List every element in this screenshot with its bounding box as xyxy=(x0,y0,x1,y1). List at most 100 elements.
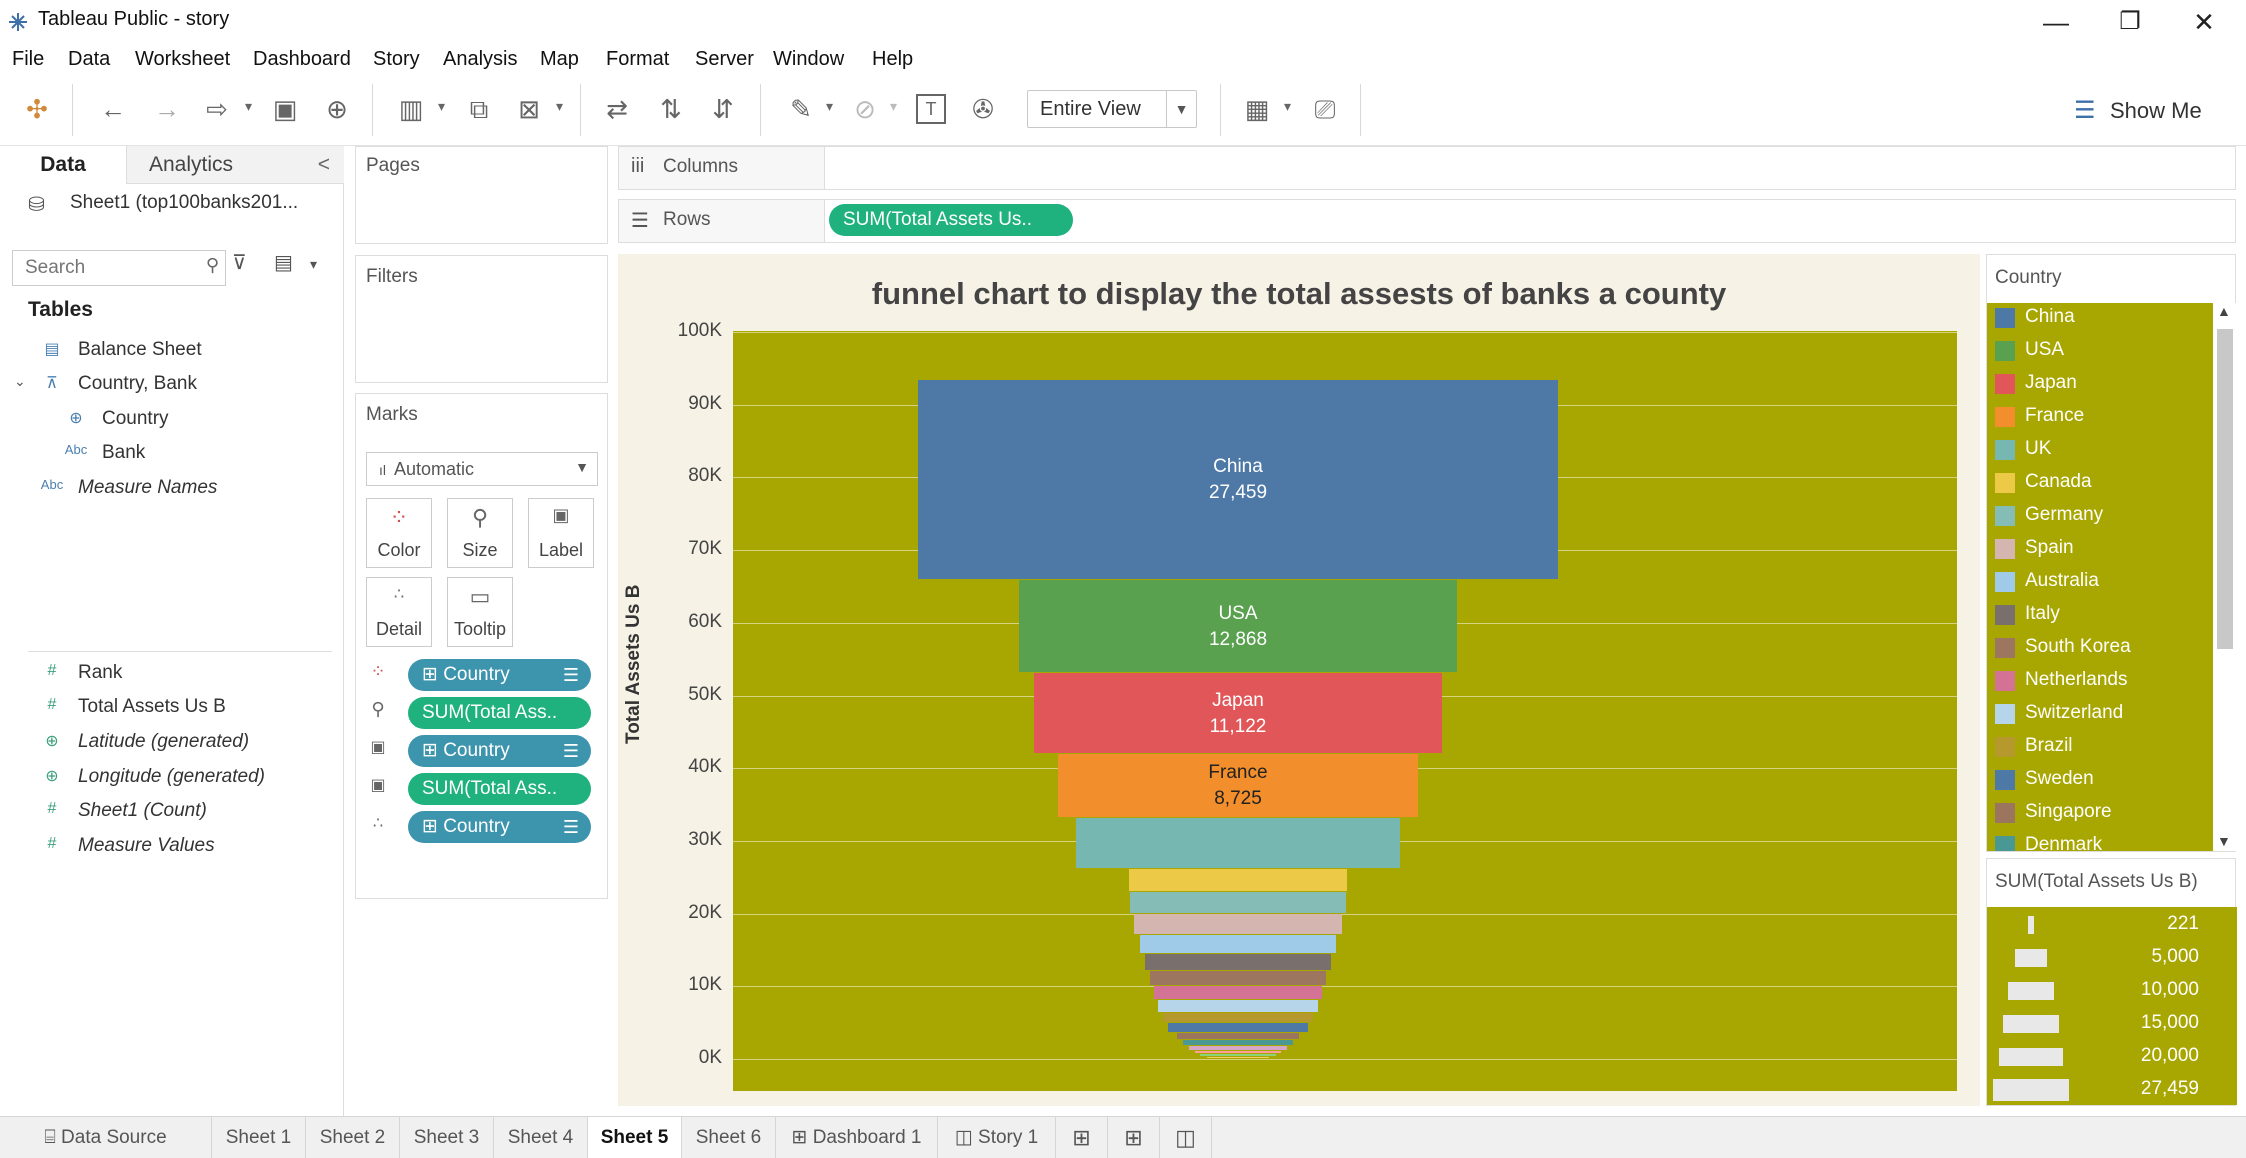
tab-data[interactable]: Data xyxy=(0,146,126,184)
view-mode-select[interactable]: Entire View ▼ xyxy=(1027,90,1197,128)
tab-sheet-1[interactable]: Sheet 1 xyxy=(212,1117,306,1158)
tab-sheet-6[interactable]: Sheet 6 xyxy=(682,1117,776,1158)
replay-dropdown-icon[interactable]: ▾ xyxy=(245,98,252,115)
marks-pill-detail-country[interactable]: ⊞ Country ☰ xyxy=(408,811,591,843)
save-icon[interactable]: ▣ xyxy=(268,92,302,126)
tableau-home-icon[interactable]: ✣ xyxy=(20,92,54,126)
menu-help[interactable]: Help xyxy=(872,48,913,71)
funnel-bar-switzerland[interactable] xyxy=(1158,1000,1318,1012)
field-measure-values[interactable]: # Measure Values xyxy=(48,835,215,857)
scroll-thumb[interactable] xyxy=(2217,329,2233,649)
new-worksheet-dropdown-icon[interactable]: ▾ xyxy=(438,98,445,115)
tab-sheet-5[interactable]: Sheet 5 xyxy=(588,1117,682,1158)
swap-rows-columns-icon[interactable]: ⇄ xyxy=(600,92,634,126)
field-bank[interactable]: Abc Bank xyxy=(65,442,146,464)
menu-data[interactable]: Data xyxy=(68,48,110,71)
field-total-assets[interactable]: # Total Assets Us B xyxy=(48,696,226,718)
data-menu-dropdown-icon[interactable]: ▾ xyxy=(310,256,317,273)
legend-scrollbar[interactable]: ▲ ▼ xyxy=(2213,303,2237,851)
show-mark-labels-icon[interactable]: T xyxy=(916,94,946,124)
scroll-down-icon[interactable]: ▼ xyxy=(2217,833,2231,849)
tab-story-1[interactable]: ◫ Story 1 xyxy=(938,1117,1056,1158)
tab-sheet-2[interactable]: Sheet 2 xyxy=(306,1117,400,1158)
undo-icon[interactable]: ← xyxy=(96,92,130,126)
restore-button[interactable]: ❐ xyxy=(2100,2,2160,42)
sort-ascending-icon[interactable]: ⇅ xyxy=(654,92,688,126)
tab-dashboard-1[interactable]: ⊞ Dashboard 1 xyxy=(776,1117,938,1158)
new-worksheet-icon[interactable]: ▥ xyxy=(394,92,428,126)
new-worksheet-tab-icon[interactable]: ⊞ xyxy=(1056,1117,1108,1158)
funnel-bar-other-3[interactable] xyxy=(1200,1054,1276,1057)
minimize-button[interactable]: — xyxy=(2026,2,2086,42)
plot-area[interactable]: China 27,459 USA 12,868 Japan 11,122 France 8,7… xyxy=(733,331,1957,1091)
funnel-bar-netherlands[interactable] xyxy=(1153,986,1323,1000)
field-search[interactable]: ⚲ xyxy=(12,250,226,286)
show-cards-dropdown-icon[interactable]: ▾ xyxy=(1284,98,1291,115)
menu-story[interactable]: Story xyxy=(373,48,420,71)
funnel-bar-australia[interactable] xyxy=(1139,935,1337,954)
field-balance-sheet[interactable]: ▤ Balance Sheet xyxy=(44,339,201,361)
marks-pill-label-sum[interactable]: SUM(Total Ass.. xyxy=(408,773,591,805)
menu-map[interactable]: Map xyxy=(540,48,579,71)
duplicate-sheet-icon[interactable]: ⧉ xyxy=(462,92,496,126)
sort-descending-icon[interactable]: ⇵ xyxy=(706,92,740,126)
presentation-mode-icon[interactable]: ⎚ xyxy=(1308,92,1342,126)
field-measure-names[interactable]: Abc Measure Names xyxy=(41,477,218,499)
tooltip-button[interactable]: ▭ Tooltip xyxy=(447,577,513,647)
highlight-icon[interactable]: ✎ xyxy=(784,92,818,126)
replay-icon[interactable]: ⇨ xyxy=(200,92,234,126)
scroll-up-icon[interactable]: ▲ xyxy=(2217,303,2231,319)
menu-analysis[interactable]: Analysis xyxy=(443,48,517,71)
field-latitude[interactable]: ⊕ Latitude (generated) xyxy=(45,731,249,753)
menu-window[interactable]: Window xyxy=(773,48,844,71)
tab-sheet-4[interactable]: Sheet 4 xyxy=(494,1117,588,1158)
detail-button[interactable]: ∴ Detail xyxy=(366,577,432,647)
field-country[interactable]: ⊕ Country xyxy=(69,408,168,430)
funnel-bar-singapore[interactable] xyxy=(1176,1032,1300,1040)
menu-file[interactable]: File xyxy=(12,48,44,71)
funnel-bar-south-korea[interactable] xyxy=(1149,971,1327,986)
close-button[interactable]: ✕ xyxy=(2174,2,2234,42)
highlight-dropdown-icon[interactable]: ▾ xyxy=(826,98,833,115)
funnel-bar-other-2[interactable] xyxy=(1194,1050,1282,1054)
collapse-pane-icon[interactable]: < xyxy=(318,146,330,184)
menu-worksheet[interactable]: Worksheet xyxy=(135,48,230,71)
redo-icon[interactable]: → xyxy=(150,92,184,126)
pages-shelf[interactable]: Pages xyxy=(355,146,608,244)
field-rank[interactable]: # Rank xyxy=(48,662,123,684)
marks-pill-size-sum[interactable]: SUM(Total Ass.. xyxy=(408,697,591,729)
expand-chevron-icon[interactable]: ⌄ xyxy=(14,373,26,390)
menu-dashboard[interactable]: Dashboard xyxy=(253,48,351,71)
funnel-bar-brazil[interactable] xyxy=(1163,1012,1313,1023)
funnel-bar-other-4[interactable] xyxy=(1206,1057,1270,1059)
group-members-icon[interactable]: ⊘ xyxy=(848,92,882,126)
label-button[interactable]: ▣ Label xyxy=(528,498,594,568)
show-cards-icon[interactable]: ▦ xyxy=(1240,92,1274,126)
marks-pill-color-country[interactable]: ⊞ Country ☰ xyxy=(408,659,591,691)
fix-axes-icon[interactable]: ✇ xyxy=(966,92,1000,126)
funnel-bar-italy[interactable] xyxy=(1145,954,1331,971)
viz-area[interactable]: funnel chart to display the total assest… xyxy=(618,254,1980,1106)
funnel-bar-canada[interactable] xyxy=(1128,868,1348,891)
funnel-bar-spain[interactable] xyxy=(1134,914,1342,935)
field-longitude[interactable]: ⊕ Longitude (generated) xyxy=(45,766,265,788)
field-country-bank[interactable]: ⌄ ⊼ Country, Bank xyxy=(14,373,197,395)
tab-sheet-3[interactable]: Sheet 3 xyxy=(400,1117,494,1158)
tab-data-source[interactable]: ⌸ Data Source xyxy=(0,1117,212,1158)
funnel-bar-germany[interactable] xyxy=(1130,891,1346,914)
funnel-bar-other-1[interactable] xyxy=(1188,1045,1288,1050)
field-sheet1-count[interactable]: # Sheet1 (Count) xyxy=(48,800,207,822)
rows-pill-sum-total-assets[interactable]: SUM(Total Assets Us.. xyxy=(829,204,1073,236)
rows-shelf[interactable]: ☰ Rows SUM(Total Assets Us.. xyxy=(618,199,2236,243)
view-data-icon[interactable]: ▤ xyxy=(274,250,293,275)
mark-type-select[interactable]: ıl Automatic ▼ xyxy=(366,452,598,486)
tab-analytics[interactable]: Analytics < xyxy=(126,146,344,184)
size-button[interactable]: ⚲ Size xyxy=(447,498,513,568)
clear-sheet-dropdown-icon[interactable]: ▾ xyxy=(556,98,563,115)
filters-shelf[interactable]: Filters xyxy=(355,255,608,383)
menu-server[interactable]: Server xyxy=(695,48,754,71)
new-story-tab-icon[interactable]: ◫ xyxy=(1160,1117,1212,1158)
funnel-bar-uk[interactable] xyxy=(1076,817,1400,868)
funnel-bar-sweden[interactable] xyxy=(1168,1023,1308,1032)
menu-format[interactable]: Format xyxy=(606,48,669,71)
